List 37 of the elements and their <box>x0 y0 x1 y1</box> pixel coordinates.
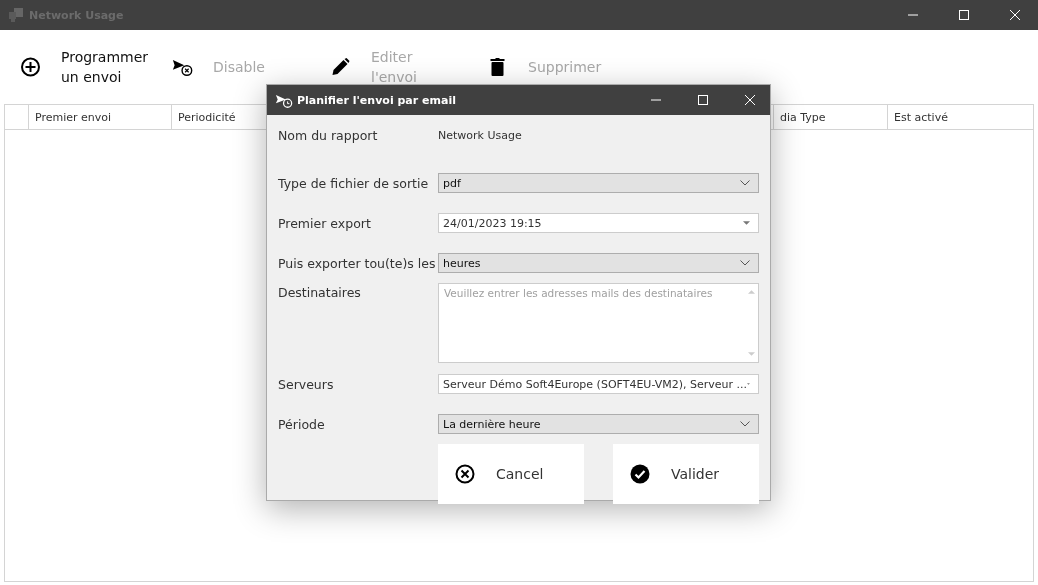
date-time-picker[interactable]: 24/01/2023 19:15 <box>438 213 759 233</box>
column-header[interactable]: Premier envoi <box>35 110 112 124</box>
multi-select-dropdown[interactable]: Serveur Démo Soft4Europe (SOFT4EU-VM2), Serveur ... <box>438 374 759 394</box>
pencil-icon <box>330 57 351 77</box>
dropdown[interactable]: heures <box>438 253 759 273</box>
field-label: Puis exporter tou(te)s les <box>278 255 437 271</box>
maximize-icon[interactable] <box>959 10 969 20</box>
column-header[interactable]: dia Type <box>780 110 826 124</box>
app-logo-icon <box>8 7 24 23</box>
maximize-icon[interactable] <box>698 95 708 105</box>
chevron-down-icon <box>740 260 750 266</box>
close-icon[interactable] <box>1010 10 1020 20</box>
chevron-down-icon <box>740 180 750 186</box>
close-icon[interactable] <box>745 95 755 105</box>
column-header[interactable]: Periodicité <box>178 110 236 124</box>
field-label: Type de fichier de sortie <box>278 175 430 191</box>
dropdown[interactable]: pdf <box>438 173 759 193</box>
chevron-down-icon <box>740 421 750 427</box>
send-blocked-icon <box>172 57 193 77</box>
plus-circle-icon <box>20 57 41 77</box>
field-label: Serveurs <box>278 376 335 392</box>
validate-button[interactable]: Valider <box>613 444 759 504</box>
cancel-button[interactable]: Cancel <box>438 444 584 504</box>
field-label: Premier export <box>278 215 372 231</box>
dropdown[interactable]: La dernière heure <box>438 414 759 434</box>
report-name: Network Usage <box>438 128 522 142</box>
check-circle-icon <box>630 464 650 484</box>
caret-down-icon <box>747 382 750 386</box>
field-label: Destinataires <box>278 285 362 300</box>
send-clock-icon <box>275 92 293 108</box>
dialog-title: Planifier l'envoi par email <box>297 93 456 107</box>
field-label: Période <box>278 416 326 432</box>
close-circle-icon <box>455 464 475 484</box>
field-label: Nom du rapport <box>278 127 379 143</box>
column-header[interactable]: Est activé <box>894 110 948 124</box>
caret-down-icon <box>743 221 750 225</box>
toolbar-button[interactable]: Programmer un envoi <box>20 47 172 87</box>
